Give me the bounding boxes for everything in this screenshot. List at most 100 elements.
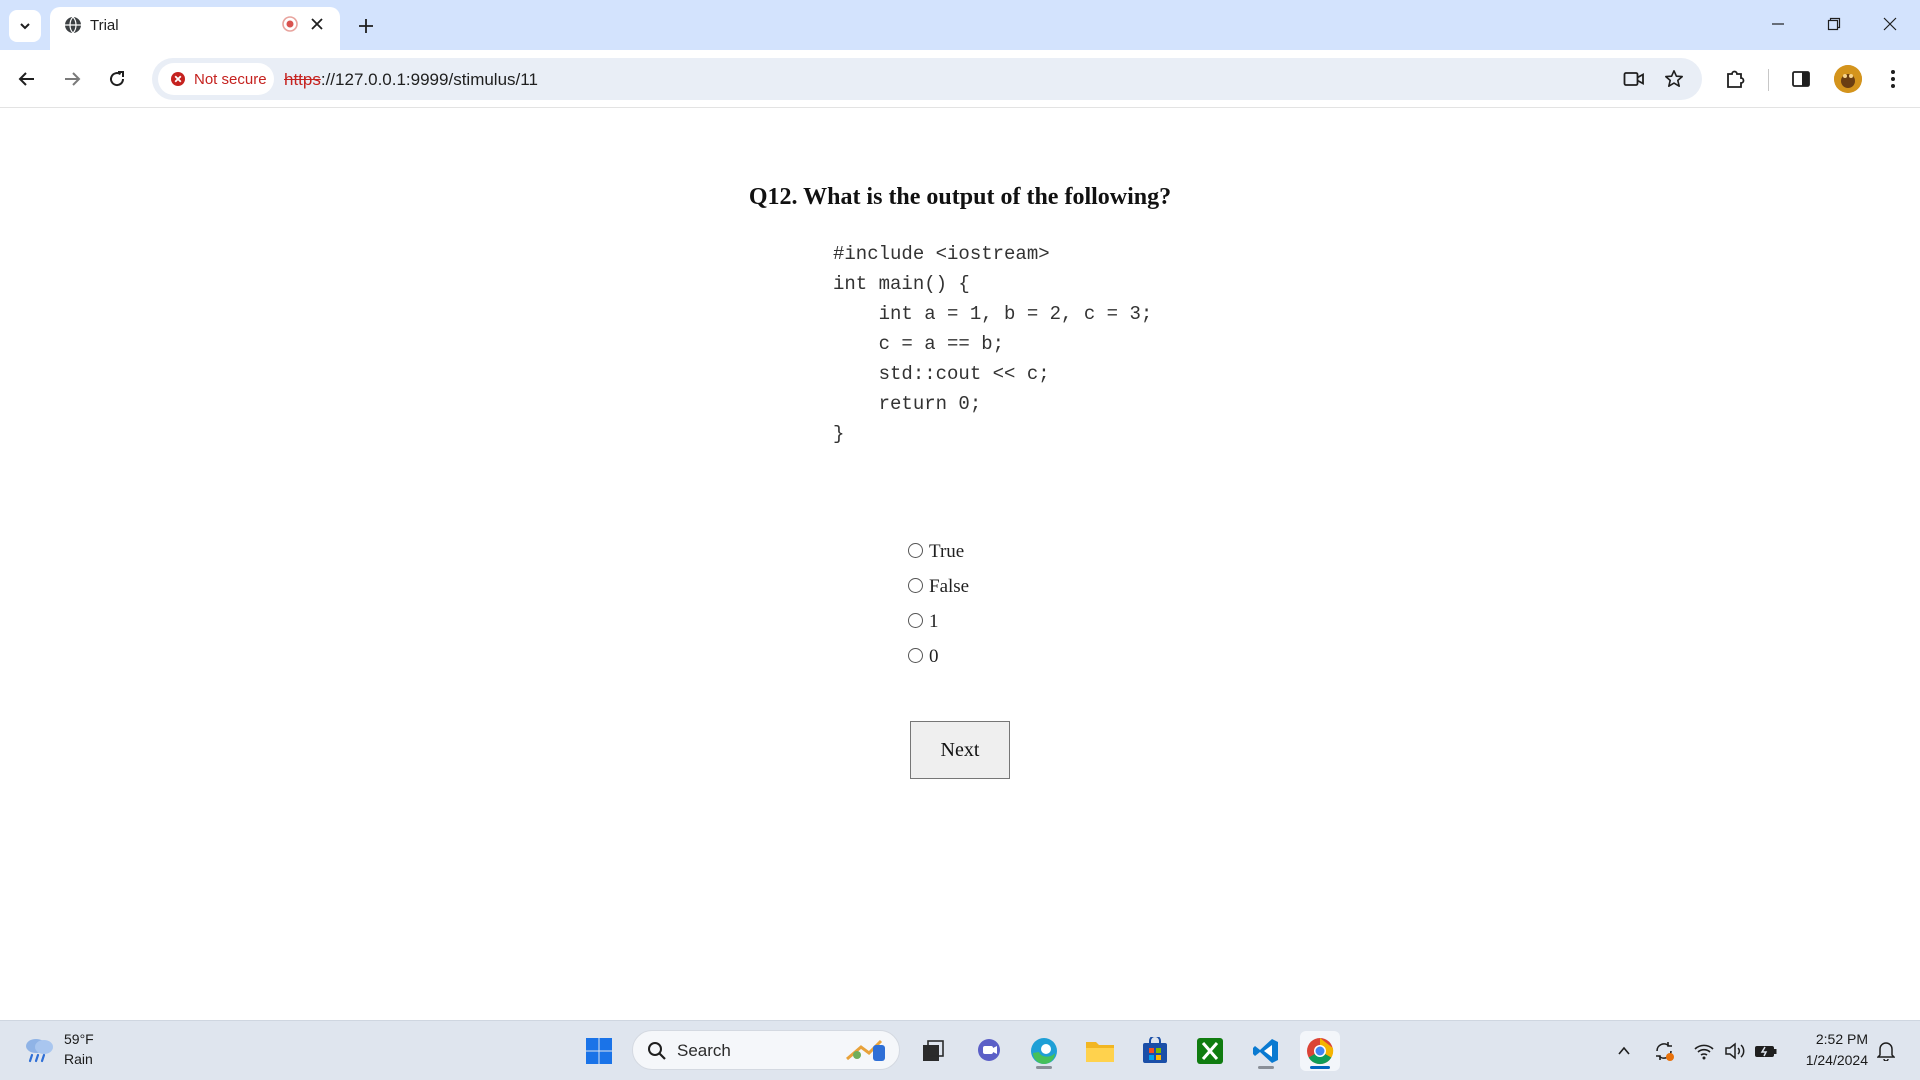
speaker-icon xyxy=(1725,1042,1745,1060)
video-camera-icon xyxy=(1623,72,1644,86)
back-button[interactable] xyxy=(10,62,44,96)
battery-charging-icon xyxy=(1755,1046,1777,1057)
clock-time[interactable]: 2:52 PM xyxy=(1790,1031,1868,1047)
error-circle-icon xyxy=(171,72,185,86)
toolbar-separator xyxy=(1768,69,1769,91)
radio-button[interactable] xyxy=(908,542,923,558)
show-hidden-icons-button[interactable] xyxy=(1612,1039,1636,1063)
globe-icon xyxy=(65,16,81,34)
url-scheme: https xyxy=(284,70,321,89)
tray-wifi[interactable] xyxy=(1692,1039,1716,1063)
minimize-icon xyxy=(1772,23,1784,25)
plus-icon xyxy=(359,19,373,33)
puzzle-icon xyxy=(1727,70,1745,88)
profile-avatar[interactable] xyxy=(1834,65,1862,93)
option-label: False xyxy=(929,575,970,597)
option-label: 1 xyxy=(929,610,939,632)
running-indicator xyxy=(1258,1066,1274,1069)
radio-button[interactable] xyxy=(908,577,923,593)
more-vertical-icon xyxy=(1891,70,1895,88)
tray-volume[interactable] xyxy=(1723,1039,1747,1063)
weather-temperature[interactable]: 59°F xyxy=(64,1031,94,1047)
tray-sync[interactable] xyxy=(1652,1039,1676,1063)
extensions-button[interactable] xyxy=(1718,62,1752,96)
next-button[interactable]: Next xyxy=(910,721,1010,779)
search-icon xyxy=(648,1042,666,1060)
radio-button[interactable] xyxy=(908,647,923,663)
notifications-button[interactable] xyxy=(1874,1039,1898,1063)
rain-cloud-icon[interactable] xyxy=(22,1034,56,1064)
chrome-icon xyxy=(1307,1038,1334,1065)
chat-icon xyxy=(978,1039,1000,1061)
taskbar-search[interactable]: Search xyxy=(632,1030,900,1070)
answer-options: True False 1 0 xyxy=(908,534,969,674)
store-icon xyxy=(1143,1037,1167,1063)
forward-button[interactable] xyxy=(55,62,89,96)
bell-icon xyxy=(1877,1042,1895,1061)
radio-button[interactable] xyxy=(908,612,923,628)
taskbar-chrome[interactable] xyxy=(1300,1031,1340,1071)
arrow-right-icon xyxy=(65,72,81,86)
option-0[interactable]: 0 xyxy=(908,639,969,674)
task-view-icon xyxy=(923,1040,944,1061)
option-false[interactable]: False xyxy=(908,569,969,604)
folder-icon xyxy=(1086,1042,1114,1062)
url-text: https://127.0.0.1:9999/stimulus/11 xyxy=(284,70,538,90)
arrow-left-icon xyxy=(18,72,34,86)
tab-close-button[interactable] xyxy=(306,13,328,35)
running-indicator xyxy=(1036,1066,1052,1069)
taskbar-xbox[interactable] xyxy=(1190,1031,1230,1071)
sync-icon xyxy=(1656,1042,1674,1061)
option-1[interactable]: 1 xyxy=(908,604,969,639)
security-chip-label: Not secure xyxy=(194,70,267,88)
clock-date[interactable]: 1/24/2024 xyxy=(1790,1052,1868,1068)
question-heading: Q12. What is the output of the following… xyxy=(748,184,1172,210)
taskbar-edge[interactable] xyxy=(1024,1031,1064,1071)
menu-button[interactable] xyxy=(1876,62,1910,96)
start-button[interactable] xyxy=(579,1031,619,1071)
browser-tab[interactable]: Trial xyxy=(50,7,340,50)
side-panel-button[interactable] xyxy=(1784,62,1818,96)
tab-strip: Trial xyxy=(0,0,1920,50)
taskbar-task-view[interactable] xyxy=(913,1031,953,1071)
minimize-button[interactable] xyxy=(1756,8,1800,40)
side-panel-icon xyxy=(1792,71,1810,87)
chevron-up-icon xyxy=(1618,1046,1630,1055)
tab-title: Trial xyxy=(90,17,119,34)
bookmark-button[interactable] xyxy=(1662,67,1686,91)
taskbar-file-explorer[interactable] xyxy=(1080,1031,1120,1071)
xbox-icon xyxy=(1197,1038,1223,1064)
restore-button[interactable] xyxy=(1812,8,1856,40)
windows-logo-icon xyxy=(586,1038,612,1064)
recording-indicator-icon xyxy=(282,16,298,32)
new-tab-button[interactable] xyxy=(352,12,380,40)
code-block: #include <iostream> int main() { int a =… xyxy=(833,243,1153,445)
weather-condition[interactable]: Rain xyxy=(64,1051,93,1067)
search-highlight-icon xyxy=(846,1039,885,1061)
star-icon xyxy=(1665,70,1683,87)
wifi-icon xyxy=(1694,1044,1714,1060)
page-content: Q12. What is the output of the following… xyxy=(0,109,1920,1020)
tray-battery[interactable] xyxy=(1754,1039,1778,1063)
taskbar-teams[interactable] xyxy=(969,1031,1009,1071)
close-window-button[interactable] xyxy=(1868,8,1912,40)
vscode-icon xyxy=(1253,1039,1278,1063)
option-label: True xyxy=(929,540,965,562)
reload-icon xyxy=(110,71,125,87)
option-true[interactable]: True xyxy=(908,534,969,569)
avatar-icon xyxy=(1834,65,1862,93)
tab-search-button[interactable] xyxy=(9,10,41,42)
address-bar[interactable]: Not secure https://127.0.0.1:9999/stimul… xyxy=(152,58,1702,100)
url-rest: ://127.0.0.1:9999/stimulus/11 xyxy=(320,70,538,89)
camera-permission-button[interactable] xyxy=(1622,67,1646,91)
taskbar-store[interactable] xyxy=(1135,1031,1175,1071)
search-placeholder: Search xyxy=(677,1041,731,1060)
active-indicator xyxy=(1310,1066,1330,1069)
reload-button[interactable] xyxy=(100,62,134,96)
security-chip[interactable]: Not secure xyxy=(158,63,274,95)
taskbar-vscode[interactable] xyxy=(1246,1031,1286,1071)
option-label: 0 xyxy=(929,645,939,667)
edge-icon xyxy=(1031,1038,1057,1064)
taskbar: 59°F Rain Search 2:52 PM 1/24/2024 xyxy=(0,1020,1920,1080)
restore-icon xyxy=(1827,17,1841,31)
